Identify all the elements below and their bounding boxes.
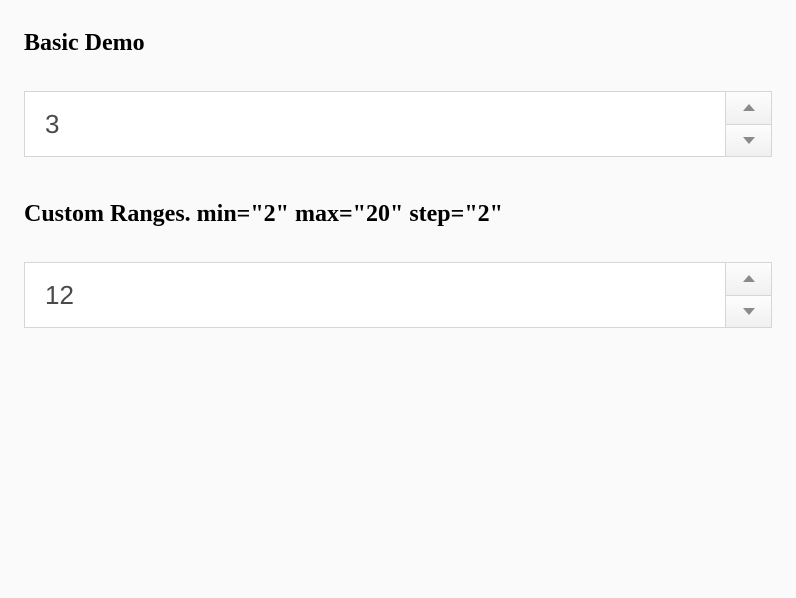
custom-spinner-up-button[interactable]	[726, 263, 771, 296]
custom-spinner-input[interactable]	[25, 263, 725, 327]
basic-spinner-buttons	[725, 92, 771, 156]
basic-spinner	[24, 91, 772, 157]
chevron-up-icon	[743, 275, 755, 282]
basic-spinner-up-button[interactable]	[726, 92, 771, 125]
basic-spinner-input[interactable]	[25, 92, 725, 156]
custom-spinner-buttons	[725, 263, 771, 327]
chevron-down-icon	[743, 308, 755, 315]
basic-demo-title: Basic Demo	[24, 30, 772, 57]
custom-spinner	[24, 262, 772, 328]
custom-ranges-title: Custom Ranges. min="2" max="20" step="2"	[24, 201, 772, 228]
basic-spinner-down-button[interactable]	[726, 125, 771, 157]
custom-spinner-down-button[interactable]	[726, 296, 771, 328]
chevron-down-icon	[743, 137, 755, 144]
chevron-up-icon	[743, 104, 755, 111]
